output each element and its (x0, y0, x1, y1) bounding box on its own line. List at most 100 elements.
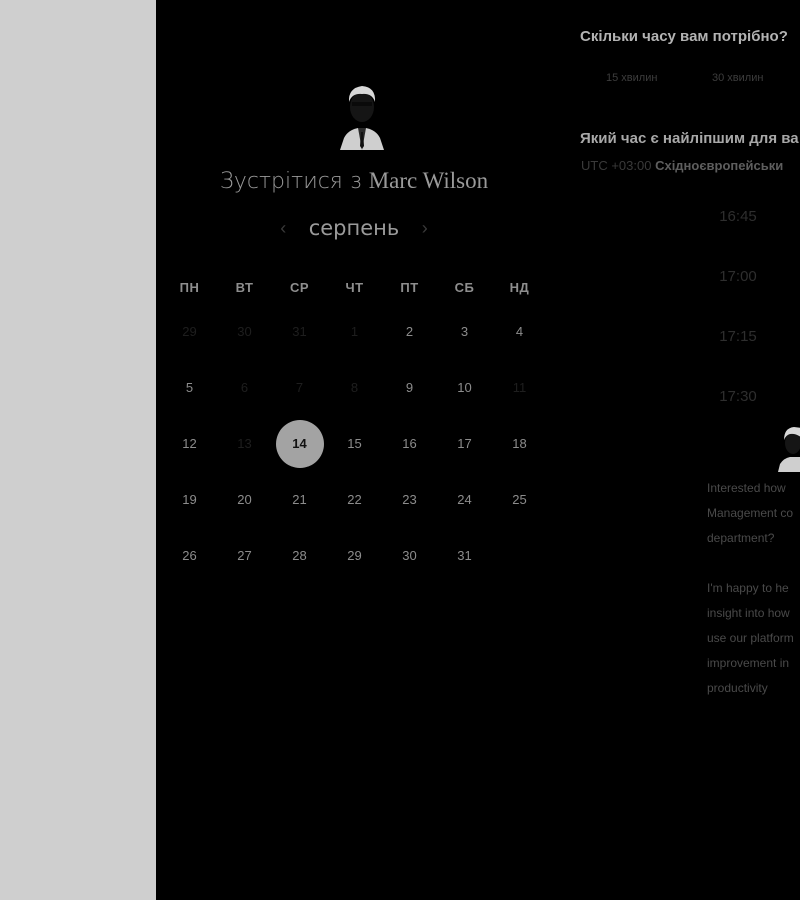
calendar-day[interactable]: 16 (382, 420, 437, 468)
calendar-day: 11 (492, 364, 547, 412)
calendar-day[interactable]: 17 (437, 420, 492, 468)
calendar-day-number: 15 (347, 436, 362, 451)
calendar-day-number: 22 (347, 492, 362, 507)
weekday-label: СР (289, 279, 310, 295)
time-slot[interactable]: 17:00 (700, 268, 776, 285)
calendar-day-number: 27 (237, 548, 252, 563)
calendar-day-number: 11 (512, 380, 527, 395)
calendar-day[interactable]: 21 (272, 476, 327, 524)
host-message-paragraph: Interested how Management co department? (707, 481, 794, 545)
calendar-day[interactable]: 31 (437, 532, 492, 580)
calendar-day[interactable]: 3 (437, 308, 492, 356)
calendar-day-number: 31 (292, 324, 307, 339)
calendar-day[interactable]: 25 (492, 476, 547, 524)
calendar-day-number: 30 (402, 548, 417, 563)
calendar-day[interactable]: 20 (217, 476, 272, 524)
host-message-paragraph: I'm happy to he insight into how use our… (707, 581, 794, 695)
calendar-day[interactable]: 18 (492, 420, 547, 468)
weekday-label: ПТ (400, 279, 419, 295)
calendar-week-row: 26 27 28 29 30 31 (162, 528, 548, 584)
time-slot[interactable]: 16:45 (700, 208, 776, 225)
calendar-day-number: 20 (237, 492, 252, 507)
calendar-day[interactable]: 15 (327, 420, 382, 468)
duration-option-15[interactable]: 15 хвилин (606, 72, 657, 84)
calendar-day[interactable]: 26 (162, 532, 217, 580)
calendar-day-number: 29 (347, 548, 362, 563)
calendar-day[interactable]: 19 (162, 476, 217, 524)
calendar-day-number: 6 (240, 380, 249, 395)
month-label: серпень (308, 216, 400, 240)
calendar-day (492, 532, 547, 580)
host-name: Marc Wilson (368, 168, 489, 193)
calendar-day: 30 (217, 308, 272, 356)
calendar-day-number: 3 (460, 324, 469, 339)
calendar-day: 1 (327, 308, 382, 356)
calendar-day-number: 7 (295, 380, 304, 395)
duration-question: Скільки часу вам потрібно? (580, 28, 788, 45)
weekday-header: ПН ВТ СР ЧТ ПТ СБ НД (162, 270, 548, 304)
calendar-day-number: 8 (350, 380, 359, 395)
calendar-day: 31 (272, 308, 327, 356)
calendar-day-number: 16 (402, 436, 417, 451)
time-question: Який час є найліпшим для ва (580, 130, 799, 147)
calendar-day[interactable]: 23 (382, 476, 437, 524)
calendar-day-number: 5 (185, 380, 194, 395)
left-gutter (0, 0, 156, 900)
calendar-day-number: 4 (515, 324, 524, 339)
calendar-day[interactable]: 12 (162, 420, 217, 468)
calendar-day[interactable]: 2 (382, 308, 437, 356)
weekday-label: ПН (179, 279, 200, 295)
meet-title: Зустрітися з Marc Wilson (156, 168, 552, 194)
weekday-label: СБ (454, 279, 475, 295)
calendar-day[interactable]: 5 (162, 364, 217, 412)
weekday-label: ВТ (235, 279, 254, 295)
calendar-day-number: 28 (292, 548, 307, 563)
calendar-day[interactable]: 9 (382, 364, 437, 412)
calendar-day-number: 30 (237, 324, 252, 339)
calendar-day-number: 13 (237, 436, 252, 451)
calendar-day[interactable]: 27 (217, 532, 272, 580)
calendar-day-number: 18 (512, 436, 527, 451)
calendar-day[interactable]: 4 (492, 308, 547, 356)
weekday-label: ЧТ (345, 279, 364, 295)
calendar-day[interactable]: 24 (437, 476, 492, 524)
calendar-day-selected[interactable]: 14 (272, 420, 327, 468)
calendar-day[interactable]: 28 (272, 532, 327, 580)
calendar-day-number: 17 (457, 436, 472, 451)
calendar-day[interactable]: 10 (437, 364, 492, 412)
calendar-day-number: 29 (182, 324, 197, 339)
duration-option-30[interactable]: 30 хвилин (712, 72, 763, 84)
chevron-left-icon[interactable]: ‹ (272, 218, 294, 239)
calendar-day[interactable]: 29 (327, 532, 382, 580)
calendar-week-row: 29 30 31 1 2 3 4 (162, 304, 548, 360)
host-avatar-small (778, 427, 800, 472)
calendar-weeks: 29 30 31 1 2 3 4 5 6 7 8 9 10 11 12 13 14 15 16 17 18 19 20 21 2… (162, 304, 548, 584)
timezone-selector[interactable]: UTC +03:00 Східноєвропейськи (581, 158, 783, 173)
calendar-week-row: 12 13 14 15 16 17 18 (162, 416, 548, 472)
calendar-day: 6 (217, 364, 272, 412)
calendar-day-number: 14 (275, 420, 324, 468)
calendar-day: 29 (162, 308, 217, 356)
chevron-right-icon[interactable]: › (414, 218, 436, 239)
calendar-day[interactable]: 22 (327, 476, 382, 524)
calendar-day-number: 21 (292, 492, 307, 507)
time-slot[interactable]: 17:30 (700, 388, 776, 405)
calendar-day-number: 23 (402, 492, 417, 507)
weekday-label: НД (509, 279, 530, 295)
calendar-week-row: 19 20 21 22 23 24 25 (162, 472, 548, 528)
timezone-name: Східноєвропейськи (655, 158, 784, 173)
calendar-day-number: 26 (182, 548, 197, 563)
time-slot[interactable]: 17:15 (700, 328, 776, 345)
calendar-day-number: 31 (457, 548, 472, 563)
calendar-day-number: 2 (405, 324, 414, 339)
calendar-day-number: 1 (350, 324, 359, 339)
meet-title-prefix: Зустрітися з (219, 169, 362, 194)
calendar-week-row: 5 6 7 8 9 10 11 (162, 360, 548, 416)
calendar-day-number: 19 (182, 492, 197, 507)
timezone-offset: UTC +03:00 (581, 158, 652, 173)
calendar-day[interactable]: 30 (382, 532, 437, 580)
calendar-day-number: 9 (405, 380, 414, 395)
calendar-day-number: 25 (512, 492, 527, 507)
calendar-day-number: 10 (457, 380, 472, 395)
calendar-day-number: 12 (182, 436, 197, 451)
